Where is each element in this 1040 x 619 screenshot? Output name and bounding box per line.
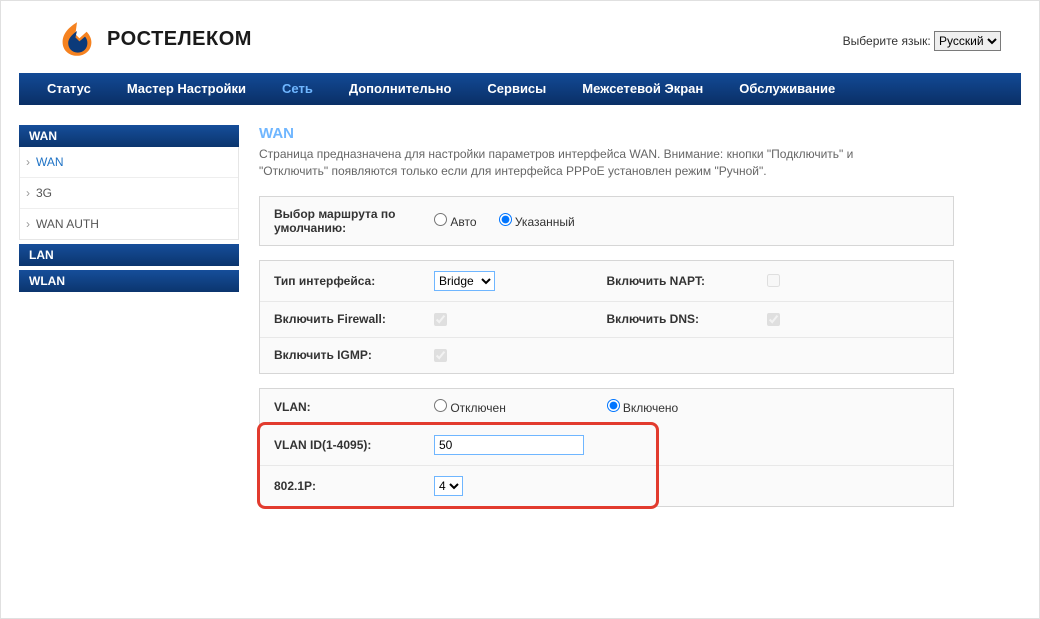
language-label: Выберите язык: [843,34,931,48]
page-title: WAN [259,125,1021,142]
nav-wizard[interactable]: Мастер Настройки [109,73,264,105]
nav-firewall[interactable]: Межсетевой Экран [564,73,721,105]
sidebar-item-wan-auth[interactable]: WAN AUTH [20,208,238,239]
sidebar-group-lan[interactable]: LAN [19,244,239,266]
block-vlan: VLAN: Отключен Включено [259,388,954,507]
vlan-on-label: Включено [623,401,678,415]
iface-napt-label: Включить NAPT: [607,274,767,288]
sidebar-item-3g[interactable]: 3G [20,177,238,208]
brand-logo-icon [57,19,97,59]
iface-napt-checkbox[interactable] [767,274,780,287]
vlan-off-label: Отключен [450,401,506,415]
block-default-route: Выбор маршрута по умолчанию: Авто Указан… [259,196,954,246]
sidebar: WAN WAN 3G WAN AUTH LAN WLAN [19,125,239,521]
vlan-off-option[interactable]: Отключен [434,399,506,415]
vlan-off-radio[interactable] [434,399,447,412]
sidebar-group-wlan[interactable]: WLAN [19,270,239,292]
nav-advanced[interactable]: Дополнительно [331,73,470,105]
page-desc: Страница предназначена для настройки пар… [259,146,899,180]
vlan-8021p-label: 802.1P: [274,479,434,493]
route-specified-radio[interactable] [499,213,512,226]
route-value: Авто Указанный [434,213,939,229]
content: WAN Страница предназначена для настройки… [259,125,1021,521]
route-auto-radio[interactable] [434,213,447,226]
iface-type-label: Тип интерфейса: [274,274,434,288]
main-nav: Статус Мастер Настройки Сеть Дополнитель… [19,73,1021,105]
header: РОСТЕЛЕКОМ Выберите язык: РусскийEnglish [19,1,1021,73]
language-select[interactable]: РусскийEnglish [934,31,1001,51]
route-auto-label: Авто [450,215,476,229]
sidebar-group-wan[interactable]: WAN [19,125,239,147]
vlan-id-input[interactable] [434,435,584,455]
route-auto-option[interactable]: Авто [434,213,477,229]
iface-igmp-label: Включить IGMP: [274,348,434,362]
iface-igmp-checkbox[interactable] [434,349,447,362]
iface-dns-checkbox[interactable] [767,313,780,326]
iface-dns-label: Включить DNS: [607,312,767,326]
iface-fw-label: Включить Firewall: [274,312,434,326]
app-frame: РОСТЕЛЕКОМ Выберите язык: РусскийEnglish… [0,0,1040,619]
route-label: Выбор маршрута по умолчанию: [274,207,434,235]
route-specified-option[interactable]: Указанный [499,213,575,229]
vlan-on-radio[interactable] [607,399,620,412]
vlan-on-option[interactable]: Включено [607,399,679,415]
sidebar-list-wan: WAN 3G WAN AUTH [19,147,239,240]
vlan-id-label: VLAN ID(1-4095): [274,438,434,452]
vlan-label: VLAN: [274,400,434,414]
vlan-highlight-box: VLAN ID(1-4095): 802.1P: 01234567 [260,425,953,506]
route-specified-label: Указанный [515,215,575,229]
language-picker: Выберите язык: РусскийEnglish [843,31,1001,51]
nav-maint[interactable]: Обслуживание [721,73,853,105]
brand-name: РОСТЕЛЕКОМ [107,28,252,51]
nav-network[interactable]: Сеть [264,73,331,105]
nav-status[interactable]: Статус [29,73,109,105]
iface-type-select[interactable]: BridgeIPoEPPPoE [434,271,495,291]
block-interface: Тип интерфейса: BridgeIPoEPPPoE Включить… [259,260,954,374]
sidebar-item-wan[interactable]: WAN [20,147,238,177]
iface-fw-checkbox[interactable] [434,313,447,326]
nav-services[interactable]: Сервисы [469,73,564,105]
vlan-8021p-select[interactable]: 01234567 [434,476,463,496]
